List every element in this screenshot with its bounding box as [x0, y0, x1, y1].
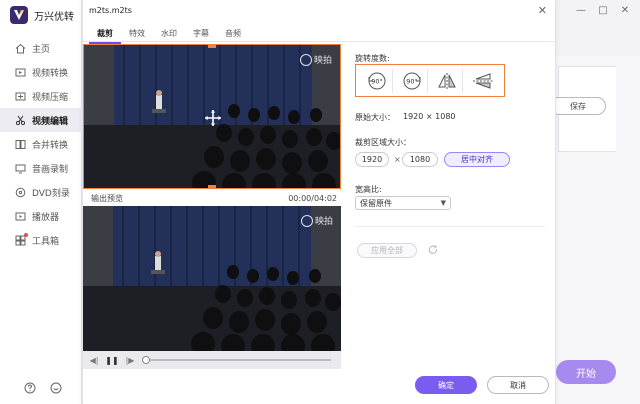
- sidebar-item-label: 视频压缩: [32, 92, 69, 103]
- rotate-ccw-icon: 90°: [368, 72, 386, 89]
- svg-text:90°: 90°: [371, 77, 383, 85]
- home-icon: [14, 42, 26, 54]
- close-window-icon[interactable]: ✕: [620, 5, 630, 16]
- sidebar-nav: 主页 视频转换 视频压缩 视频编辑 合并转换 音画录制 DVD刻录 播放器 工具…: [0, 36, 82, 252]
- flip-vertical-icon: [472, 72, 493, 89]
- record-icon: [14, 162, 26, 174]
- settings-divider: [355, 226, 545, 227]
- rotate-ccw-button[interactable]: 90°: [363, 68, 393, 93]
- maximize-icon[interactable]: □: [598, 5, 608, 16]
- dialog-title: m2ts.m2ts: [89, 6, 132, 15]
- sidebar-item-merge[interactable]: 合并转换: [0, 132, 82, 156]
- window-controls: — □ ✕: [576, 5, 630, 16]
- pause-icon[interactable]: ❚❚: [105, 355, 118, 365]
- sidebar-item-label: 音画录制: [32, 164, 69, 175]
- feedback-icon[interactable]: [50, 382, 62, 394]
- sidebar-item-edit[interactable]: 视频编辑: [0, 108, 82, 132]
- sidebar-item-label: 合并转换: [32, 140, 69, 151]
- seek-slider[interactable]: [142, 356, 331, 364]
- rotate-cw-icon: 90°: [403, 72, 421, 89]
- sidebar-item-toolbox[interactable]: 工具箱: [0, 228, 82, 252]
- minimize-icon[interactable]: —: [576, 5, 586, 16]
- background-save-button[interactable]: 保存: [550, 97, 606, 115]
- playback-bar: ◀| ❚❚ |▶: [83, 351, 341, 369]
- sidebar-footer: [24, 382, 62, 394]
- help-icon[interactable]: [24, 382, 36, 394]
- start-button[interactable]: 开始: [556, 360, 616, 384]
- seek-knob[interactable]: [142, 356, 150, 364]
- tab-divider: [83, 41, 555, 42]
- previous-frame-icon[interactable]: ◀|: [89, 355, 99, 365]
- flip-horizontal-button[interactable]: [433, 68, 463, 93]
- preview-bar: 输出预览 00:00/04:02: [83, 190, 341, 206]
- rotation-buttons: 90° 90°: [355, 64, 505, 97]
- convert-icon: [14, 66, 26, 78]
- sidebar-item-label: 播放器: [32, 212, 60, 223]
- sidebar-item-record[interactable]: 音画录制: [0, 156, 82, 180]
- sidebar-item-convert[interactable]: 视频转换: [0, 60, 82, 84]
- move-crop-icon[interactable]: [204, 109, 222, 127]
- reset-icon[interactable]: [428, 245, 438, 255]
- scissors-icon: [14, 114, 26, 126]
- sidebar-item-label: DVD刻录: [32, 188, 70, 199]
- center-align-button[interactable]: 居中对齐: [444, 152, 510, 167]
- chevron-down-icon: ▼: [440, 199, 446, 207]
- compress-icon: [14, 90, 26, 102]
- flip-vertical-button[interactable]: [468, 69, 498, 93]
- sidebar-item-label: 视频编辑: [32, 116, 69, 127]
- svg-text:90°: 90°: [406, 77, 418, 85]
- output-preview-panel: 映拍: [83, 206, 341, 351]
- sidebar-item-dvd[interactable]: DVD刻录: [0, 180, 82, 204]
- video-watermark: 映拍: [300, 214, 333, 227]
- times-sign: ×: [394, 155, 401, 164]
- video-watermark: 映拍: [299, 53, 332, 66]
- aspect-ratio-select[interactable]: 保留原件 ▼: [355, 196, 451, 210]
- original-size-label: 原始大小：: [355, 113, 395, 122]
- app-name: 万兴优转: [34, 11, 74, 23]
- crop-height-input[interactable]: 1080: [402, 152, 438, 167]
- crop-handle-bottom[interactable]: [208, 185, 216, 188]
- crop-video-panel[interactable]: 映拍: [83, 44, 341, 189]
- merge-icon: [14, 138, 26, 150]
- watermark-icon: [299, 53, 312, 66]
- aspect-ratio-label: 宽高比:: [355, 185, 382, 194]
- brand: 万兴优转: [10, 6, 74, 24]
- sidebar-item-player[interactable]: 播放器: [0, 204, 82, 228]
- watermark-icon: [300, 214, 313, 227]
- cancel-button[interactable]: 取消: [487, 376, 549, 394]
- original-size-value: 1920 × 1080: [403, 112, 456, 121]
- edit-dialog: m2ts.m2ts ✕ 裁剪 特效 水印 字幕 音频 映拍 输出预览 00:00…: [82, 0, 556, 404]
- ok-button[interactable]: 确定: [415, 376, 477, 394]
- apply-all-button[interactable]: 应用全部: [357, 243, 417, 258]
- dialog-close-icon[interactable]: ✕: [538, 4, 547, 17]
- crop-width-input[interactable]: 1920: [355, 152, 389, 167]
- crop-handle-top[interactable]: [208, 45, 216, 48]
- notification-dot: [24, 233, 28, 237]
- sidebar: 万兴优转 主页 视频转换 视频压缩 视频编辑 合并转换 音画录制 DVD刻录 播…: [0, 0, 82, 404]
- rotation-label: 旋转度数:: [355, 54, 390, 63]
- sidebar-item-home[interactable]: 主页: [0, 36, 82, 60]
- sidebar-item-label: 工具箱: [32, 236, 60, 247]
- rotate-cw-button[interactable]: 90°: [398, 68, 428, 93]
- preview-label: 输出预览: [91, 193, 123, 203]
- sidebar-item-compress[interactable]: 视频压缩: [0, 84, 82, 108]
- app-logo: [10, 6, 28, 24]
- next-frame-icon[interactable]: |▶: [125, 355, 135, 365]
- time-readout: 00:00/04:02: [288, 193, 337, 203]
- sidebar-item-label: 主页: [32, 44, 51, 55]
- crop-area-label: 裁剪区域大小：: [355, 138, 411, 147]
- preview-frame: [83, 206, 341, 351]
- player-icon: [14, 210, 26, 222]
- sidebar-item-label: 视频转换: [32, 68, 69, 79]
- dvd-icon: [14, 186, 26, 198]
- aspect-ratio-value: 保留原件: [360, 198, 392, 208]
- flip-horizontal-icon: [438, 72, 456, 89]
